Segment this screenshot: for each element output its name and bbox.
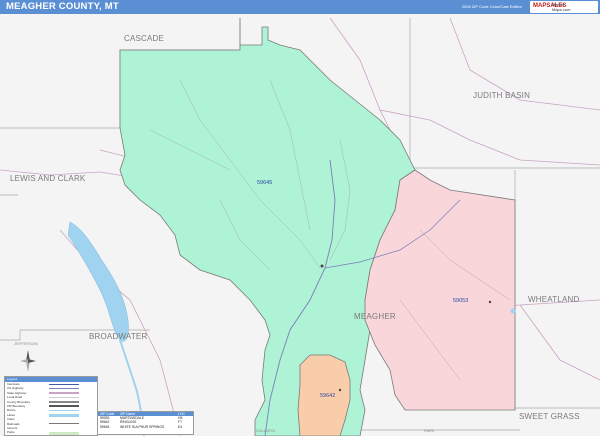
region-label-broadwater: BROADWATER (89, 332, 148, 341)
zip-table-row[interactable]: 59645 WHITE SULPHUR SPRINGS E4 (98, 425, 193, 429)
region-label-park: PARK (424, 428, 435, 433)
zip-label-59642: 59642 (320, 393, 336, 399)
small-lake (510, 308, 516, 314)
legend-item: ZIP Boundary (7, 403, 26, 408)
legend-item: Cities (7, 417, 15, 422)
legend-item: Interstate (7, 382, 20, 386)
zip-label-59053: 59053 (453, 298, 469, 304)
title-bar: MEAGHER COUNTY, MT 2026 ZIP Code Color/C… (0, 0, 600, 14)
region-label-jefferson: JEFFERSON (14, 341, 38, 346)
region-label-gallatin: GALLATIN (256, 428, 276, 433)
legend-item: Local Road (7, 395, 23, 400)
legend-item: Airports (7, 425, 18, 430)
legend-item: County Boundary (7, 399, 31, 404)
region-label-wheatland: WHEATLAND (528, 295, 580, 304)
city-white-sulphur-springs[interactable] (320, 264, 324, 268)
legend-item: State Highway (7, 390, 27, 395)
legend-item: US Highway (7, 386, 24, 391)
region-label-judith-basin: JUDITH BASIN (473, 91, 531, 100)
logo-sub2: Maps.com (552, 7, 571, 12)
compass-rose-icon (20, 350, 36, 372)
zip-code-table: ZIP Code ZIP Name LOC 59053 MARTINSDALE … (97, 411, 194, 435)
map-frame: MEAGHER COUNTY, MT 2026 ZIP Code Color/C… (0, 0, 600, 436)
city-ringling[interactable] (338, 388, 342, 392)
region-label-meagher: MEAGHER (354, 312, 396, 321)
region-label-sweet-grass: SWEET GRASS (519, 412, 580, 421)
region-label-lewis-and-clark: LEWIS AND CLARK (10, 174, 86, 183)
zip-label-59645: 59645 (257, 180, 273, 186)
legend-item: Railroads (7, 421, 20, 426)
publisher-logo: MAPSALES Market Maps.com (530, 1, 598, 13)
map-title: MEAGHER COUNTY, MT (6, 1, 119, 12)
legend-item: Parks (7, 430, 15, 435)
region-label-cascade: CASCADE (124, 34, 165, 43)
city-martinsdale[interactable] (488, 300, 492, 304)
legend-title: Legend (7, 377, 18, 381)
legend-item: Lakes (7, 412, 16, 417)
edition-label: 2026 ZIP Code Color/Cast Edition (461, 4, 522, 9)
map-canvas[interactable] (0, 14, 600, 436)
map-legend: Legend Interstate US Highway State Highw… (4, 376, 98, 436)
legend-item: Rivers (7, 408, 16, 413)
